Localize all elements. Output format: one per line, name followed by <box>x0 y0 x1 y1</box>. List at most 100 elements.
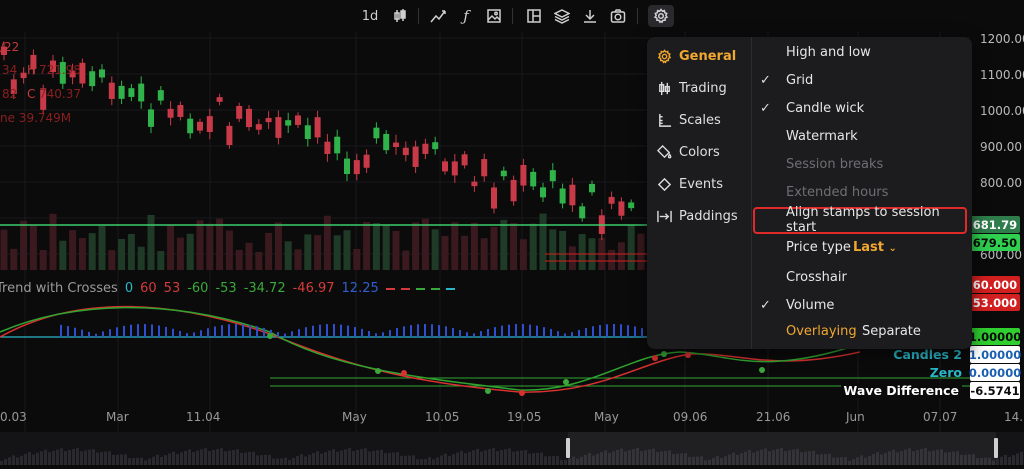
navigator-bar <box>552 456 555 465</box>
option-volume[interactable]: ✓ Volume <box>760 294 961 316</box>
navigator-bar <box>476 448 479 465</box>
price-type-select[interactable]: Last ⌄ <box>853 240 897 255</box>
volume-bar <box>343 230 351 270</box>
option-high-and-low[interactable]: High and low <box>761 41 961 63</box>
histogram-bar <box>74 327 76 337</box>
histogram-bar <box>445 326 447 337</box>
navigator-bar <box>44 449 47 465</box>
chevron-down-icon: ⌄ <box>888 242 897 254</box>
candles-icon[interactable] <box>389 5 411 27</box>
navigator-bar <box>500 450 503 465</box>
settings-icon[interactable] <box>648 5 674 27</box>
category-events[interactable]: Events <box>657 173 723 195</box>
check-icon: ✓ <box>760 297 771 313</box>
chart-settings-popover: General Trading Scales Colors Events Pad… <box>647 37 972 349</box>
option-align-stamps[interactable]: Align stamps to session start <box>761 205 961 235</box>
candle-body <box>265 117 272 123</box>
navigator-bar <box>176 454 179 465</box>
candle-body <box>216 97 223 102</box>
histogram-bar <box>634 326 636 337</box>
navigator-bar <box>556 455 559 465</box>
volume-bar <box>568 246 576 270</box>
histogram-bar <box>620 324 622 337</box>
histogram-bar <box>571 332 573 337</box>
navigator-bar <box>128 458 131 465</box>
cross-dot <box>267 333 273 339</box>
navigator-bar <box>340 450 343 465</box>
navigator-bar <box>356 450 359 465</box>
interval-button[interactable]: 1d <box>358 5 382 27</box>
navigator-bar <box>1000 456 1003 465</box>
layers-icon[interactable] <box>551 5 573 27</box>
download-icon[interactable] <box>579 5 601 27</box>
candle-body <box>500 170 507 177</box>
histogram-bar <box>361 328 363 337</box>
histogram-bar <box>487 328 489 337</box>
navigator-bar <box>96 452 99 465</box>
volume-bar <box>637 233 645 270</box>
option-crosshair[interactable]: Crosshair <box>761 266 961 288</box>
navigator-bar <box>172 451 175 465</box>
navigator-bar <box>460 450 463 465</box>
navigator-left-handle[interactable] <box>566 438 570 458</box>
candle-body <box>451 161 458 176</box>
camera-icon[interactable] <box>607 5 629 27</box>
drawing-icon[interactable] <box>427 5 449 27</box>
category-scales[interactable]: Scales <box>657 109 721 131</box>
volume-bar <box>137 246 145 270</box>
function-icon[interactable]: ƒ <box>455 5 477 27</box>
navigator-bar <box>524 450 527 465</box>
category-colors[interactable]: Colors <box>657 141 720 163</box>
volume-bar <box>20 220 28 270</box>
image-icon[interactable] <box>483 5 505 27</box>
candle-body <box>549 170 556 182</box>
price-label: 1200.00 <box>980 32 1024 46</box>
navigator-bar <box>288 459 291 465</box>
cross-dot <box>685 352 691 358</box>
navigator-bar <box>300 454 303 465</box>
volume-bar <box>59 240 67 270</box>
category-general[interactable]: General <box>657 45 736 67</box>
navigator-bar <box>512 451 515 465</box>
volume-mode-separate[interactable]: Separate <box>862 324 921 339</box>
navigator-right-handle[interactable] <box>994 438 998 458</box>
candle-body <box>157 90 164 101</box>
volume-bar <box>157 251 165 270</box>
histogram-bar <box>417 324 419 337</box>
navigator-bar <box>220 448 223 465</box>
histogram-bar <box>67 326 69 337</box>
candle-body <box>344 158 350 175</box>
trading-icon <box>659 81 670 95</box>
volume-bar <box>441 235 449 270</box>
volume-bar <box>88 233 96 270</box>
legend-dash <box>415 287 425 290</box>
volume-bar <box>608 249 616 270</box>
volume-bar <box>274 222 282 270</box>
layout-icon[interactable] <box>523 5 545 27</box>
indicator-legend[interactable]: Trend with Crosses 0 60 53 -60 -53 -34.72 -46.9… <box>0 281 468 296</box>
category-trading[interactable]: Trading <box>657 77 727 99</box>
navigator-bar <box>188 449 191 465</box>
volume-mode-overlaying[interactable]: Overlaying <box>786 324 857 339</box>
histogram-bar <box>207 328 209 337</box>
volume-bar <box>245 242 253 270</box>
navigator-bar <box>1004 454 1007 465</box>
category-paddings[interactable]: Paddings <box>657 205 738 227</box>
navigator-bar <box>320 453 323 465</box>
volume-bar <box>627 225 635 270</box>
option-grid[interactable]: ✓ Grid <box>760 69 961 91</box>
navigator-bar <box>12 455 15 465</box>
volume-bar <box>617 242 625 270</box>
candle-body <box>530 171 537 187</box>
option-watermark[interactable]: Watermark <box>761 125 961 147</box>
navigator-bar <box>224 451 227 465</box>
indicator-value: -60 <box>187 281 209 296</box>
option-candle-wick[interactable]: ✓ Candle wick <box>760 97 961 119</box>
navigator[interactable] <box>0 432 1024 465</box>
navigator-bar <box>364 448 367 465</box>
volume-bar <box>412 222 420 270</box>
histogram-bar <box>613 324 615 337</box>
navigator-bar <box>492 448 495 465</box>
volume-bar <box>578 234 586 270</box>
option-price-type[interactable]: Price type Last ⌄ <box>761 236 961 258</box>
